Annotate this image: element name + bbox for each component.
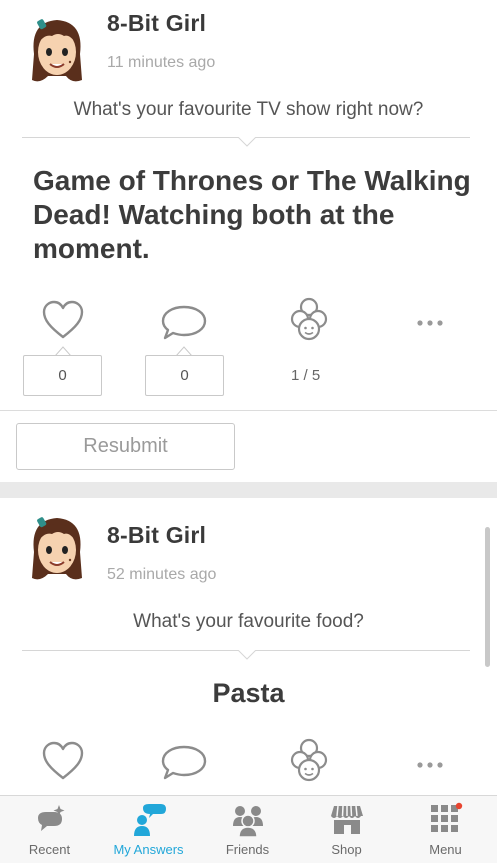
- bottom-nav: Recent My Answers Friends Shop Menu: [0, 795, 497, 863]
- notification-dot: [455, 802, 462, 810]
- more-options-icon[interactable]: [416, 318, 444, 328]
- heart-icon[interactable]: [42, 741, 84, 781]
- nav-item-recent[interactable]: Recent: [0, 796, 99, 863]
- my-answers-icon: [133, 804, 166, 836]
- divider-notch: [238, 650, 256, 660]
- menu-grid-icon: [430, 802, 462, 832]
- nav-label: Menu: [429, 842, 462, 857]
- nav-label: My Answers: [113, 842, 184, 857]
- nav-label: Friends: [225, 842, 270, 857]
- nav-label: Recent: [28, 842, 71, 857]
- divider: [0, 410, 497, 411]
- username[interactable]: 8-Bit Girl: [107, 522, 206, 549]
- question-text[interactable]: What's your favourite food?: [0, 611, 497, 633]
- answers-feed[interactable]: 8-Bit Girl 11 minutes ago What's your fa…: [0, 0, 497, 795]
- scrollbar[interactable]: [485, 527, 490, 667]
- recent-icon: [37, 805, 64, 831]
- comment-bubble-icon[interactable]: [160, 304, 208, 340]
- nav-label: Shop: [331, 842, 362, 857]
- avatar[interactable]: [26, 14, 88, 84]
- card-separator: [0, 482, 497, 498]
- answer-card: 8-Bit Girl 11 minutes ago What's your fa…: [0, 0, 497, 482]
- answer-card: 8-Bit Girl 52 minutes ago What's your fa…: [0, 498, 497, 795]
- timestamp: 11 minutes ago: [107, 54, 216, 71]
- comment-bubble-icon[interactable]: [160, 744, 208, 780]
- comment-count[interactable]: 0: [145, 355, 224, 396]
- like-count[interactable]: 0: [23, 355, 102, 396]
- timestamp: 52 minutes ago: [107, 566, 217, 583]
- heart-icon[interactable]: [42, 300, 84, 340]
- more-options-icon[interactable]: [416, 760, 444, 770]
- username[interactable]: 8-Bit Girl: [107, 10, 206, 37]
- nav-item-shop[interactable]: Shop: [297, 796, 396, 863]
- friends-ratio: 1 / 5: [291, 367, 321, 384]
- nav-item-friends[interactable]: Friends: [198, 796, 297, 863]
- avatar[interactable]: [26, 512, 88, 582]
- answer-text: Game of Thrones or The Walking Dead! Wat…: [33, 165, 471, 264]
- resubmit-button[interactable]: Resubmit: [16, 423, 235, 470]
- friends-face-icon[interactable]: [290, 738, 328, 782]
- shop-icon: [330, 805, 363, 834]
- question-text[interactable]: What's your favourite TV show right now?: [0, 99, 497, 121]
- nav-item-menu[interactable]: Menu: [396, 796, 495, 863]
- nav-item-my-answers[interactable]: My Answers: [99, 796, 198, 863]
- friends-face-icon[interactable]: [290, 297, 328, 341]
- divider-notch: [238, 137, 256, 147]
- friends-icon: [232, 806, 263, 838]
- answer-text: Pasta: [212, 678, 285, 708]
